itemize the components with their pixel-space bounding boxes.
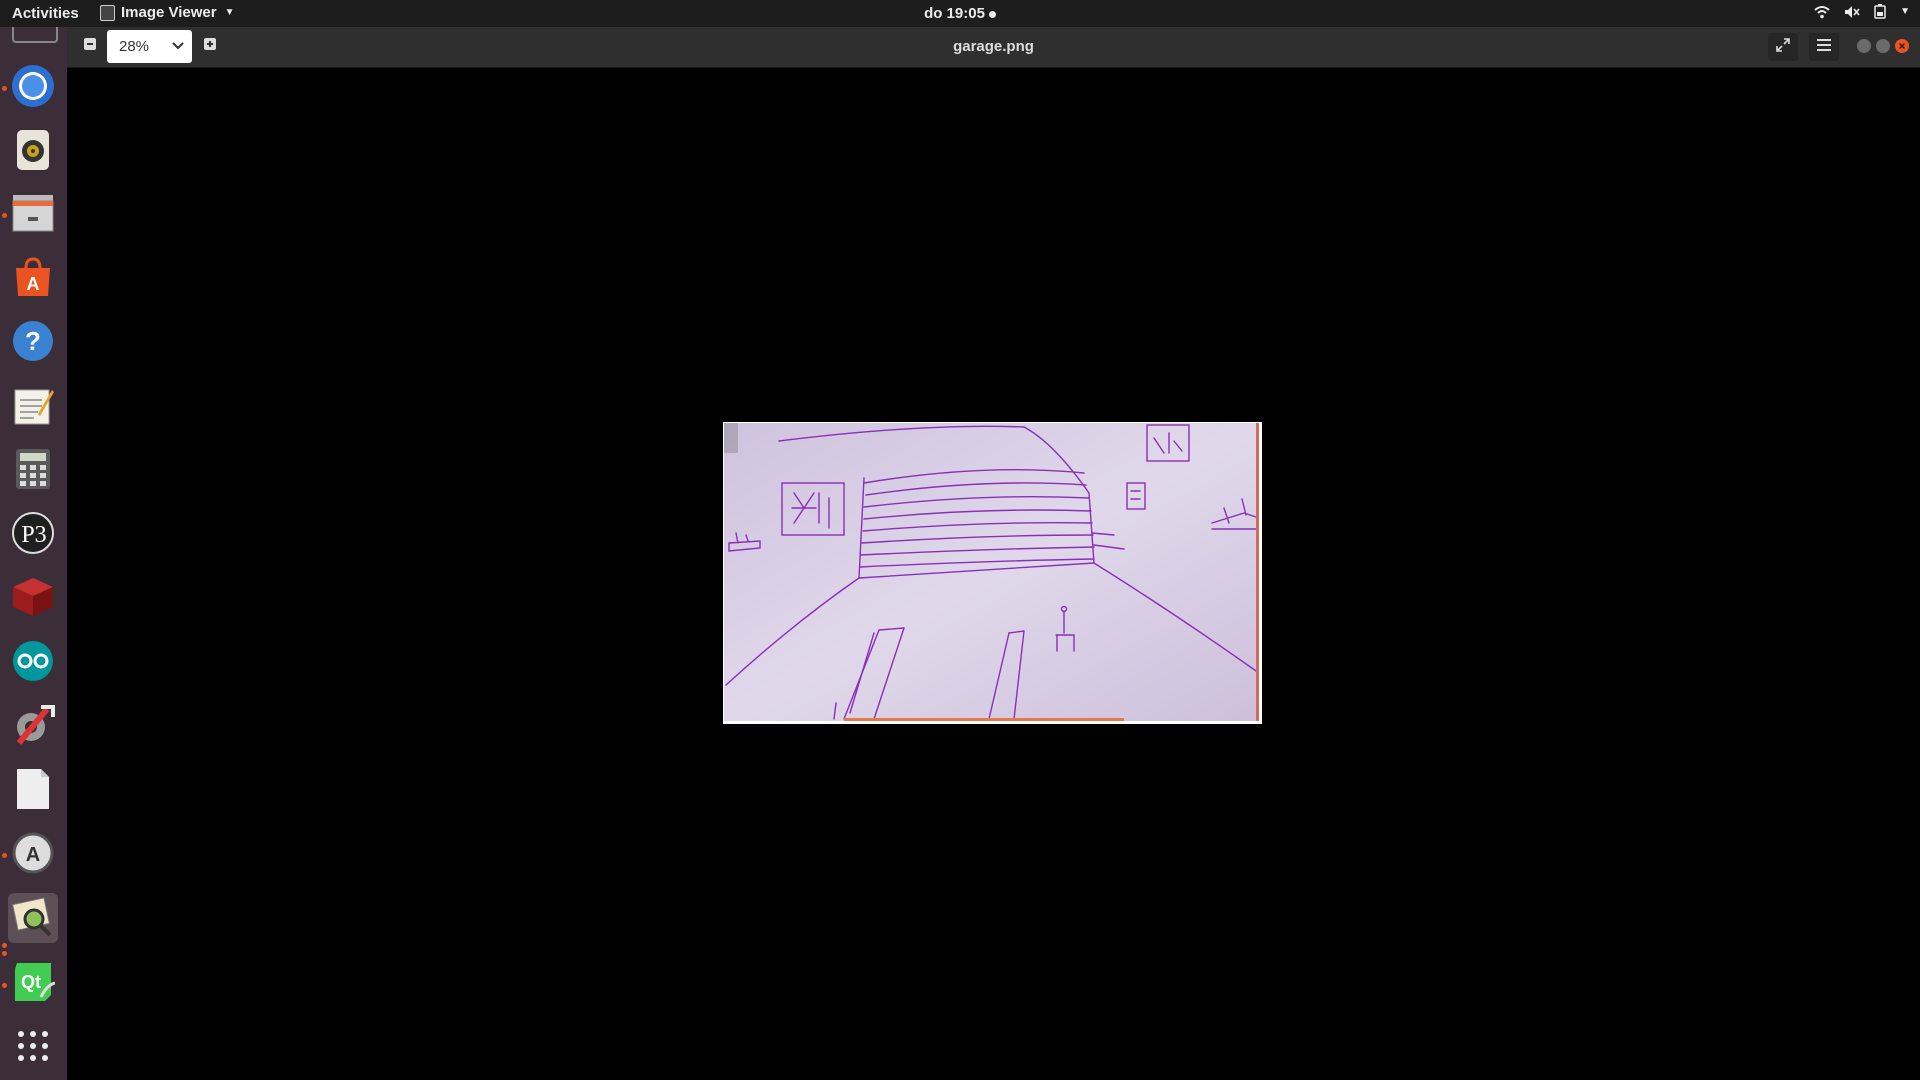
wifi-icon <box>1814 5 1830 19</box>
dock-item-image-viewer[interactable] <box>8 893 58 943</box>
menu-button[interactable] <box>1809 33 1839 61</box>
image-canvas[interactable] <box>67 68 1920 1080</box>
dock-item-text-editor[interactable] <box>8 382 58 432</box>
svg-text:A: A <box>26 844 40 866</box>
svg-text:P3: P3 <box>21 522 46 548</box>
calculator-icon <box>15 448 51 495</box>
zoom-combobox[interactable]: 28% <box>107 30 192 63</box>
headerbar: 28% garage.png <box>67 27 1920 68</box>
close-button[interactable] <box>1895 39 1909 53</box>
dock-item-document[interactable] <box>8 766 58 816</box>
text-editor-icon <box>12 384 54 431</box>
dock-item-qt-creator[interactable]: Qt <box>8 959 58 1009</box>
top-bar: Activities Image Viewer ▼ do 19:05 ▼ <box>0 0 1920 27</box>
hamburger-menu-icon <box>1817 38 1831 56</box>
zoom-in-button[interactable] <box>197 33 223 59</box>
running-indicator <box>2 86 7 91</box>
image-viewer-icon <box>100 4 115 21</box>
running-indicator <box>2 951 7 956</box>
show-applications-icon <box>16 1029 50 1068</box>
system-menu-caret-icon: ▼ <box>1900 6 1910 17</box>
arduino-icon <box>12 640 54 687</box>
dock-item-processing[interactable]: P3 <box>8 510 58 560</box>
garage-sketch-image <box>724 423 1259 721</box>
zoom-out-button[interactable] <box>77 33 103 59</box>
clock[interactable]: do 19:05 <box>0 5 1920 22</box>
fullscreen-button[interactable] <box>1768 33 1798 61</box>
qt-creator-icon: Qt <box>11 961 56 1008</box>
dock-item-calculator[interactable] <box>8 446 58 496</box>
ubuntu-software-icon: A <box>12 256 54 303</box>
close-icon <box>1895 40 1909 57</box>
zoom-in-icon <box>204 37 216 55</box>
image-viewer-icon <box>12 895 54 942</box>
system-tray[interactable]: ▼ <box>1814 4 1910 19</box>
dock-item-chromium[interactable] <box>8 63 58 113</box>
minimize-button[interactable] <box>1857 39 1871 53</box>
dock-partial-item <box>12 27 58 43</box>
dock: A ? P3 A Qt <box>0 27 68 1080</box>
dock-item-rhythmbox[interactable] <box>8 127 58 177</box>
software-updater-icon: A <box>12 832 54 879</box>
chevron-down-icon: ▼ <box>224 7 235 18</box>
dock-item-arduino[interactable] <box>8 638 58 688</box>
running-indicator <box>2 983 7 988</box>
running-indicator <box>2 943 7 948</box>
chromium-icon <box>11 64 55 113</box>
dock-item-files[interactable] <box>8 190 58 240</box>
window-title: garage.png <box>953 38 1034 55</box>
svg-text:?: ? <box>25 326 41 356</box>
image-frame <box>723 422 1262 724</box>
svg-text:A: A <box>27 274 40 294</box>
show-applications-button[interactable] <box>8 1023 58 1073</box>
dock-item-ubuntu-software[interactable]: A <box>8 254 58 304</box>
dock-item-help[interactable]: ? <box>8 318 58 368</box>
app-menu-label: Image Viewer <box>121 4 217 21</box>
processing-icon: P3 <box>12 511 54 559</box>
battery-icon <box>1874 4 1886 19</box>
3d-box-icon <box>11 576 55 623</box>
running-indicator <box>2 213 7 218</box>
dock-item-software-updater[interactable]: A <box>8 830 58 880</box>
svg-text:Qt: Qt <box>21 972 41 992</box>
running-indicator <box>2 853 7 858</box>
clock-label: do 19:05 <box>924 5 985 22</box>
rhythmbox-icon <box>15 128 51 177</box>
dock-item-system-tools[interactable] <box>8 702 58 752</box>
document-icon <box>15 767 51 816</box>
activities-button[interactable]: Activities <box>12 5 79 22</box>
fullscreen-icon <box>1776 37 1790 57</box>
chevron-down-icon <box>170 37 186 57</box>
system-tools-icon <box>11 703 55 752</box>
zoom-out-icon <box>84 37 96 55</box>
files-icon <box>11 193 55 238</box>
app-menu[interactable]: Image Viewer ▼ <box>100 4 235 21</box>
dock-item-3d-box[interactable] <box>8 574 58 624</box>
zoom-value: 28% <box>119 38 150 55</box>
help-icon: ? <box>12 320 54 367</box>
volume-icon <box>1844 5 1860 19</box>
maximize-button[interactable] <box>1876 39 1890 53</box>
notification-dot-icon <box>988 10 996 18</box>
